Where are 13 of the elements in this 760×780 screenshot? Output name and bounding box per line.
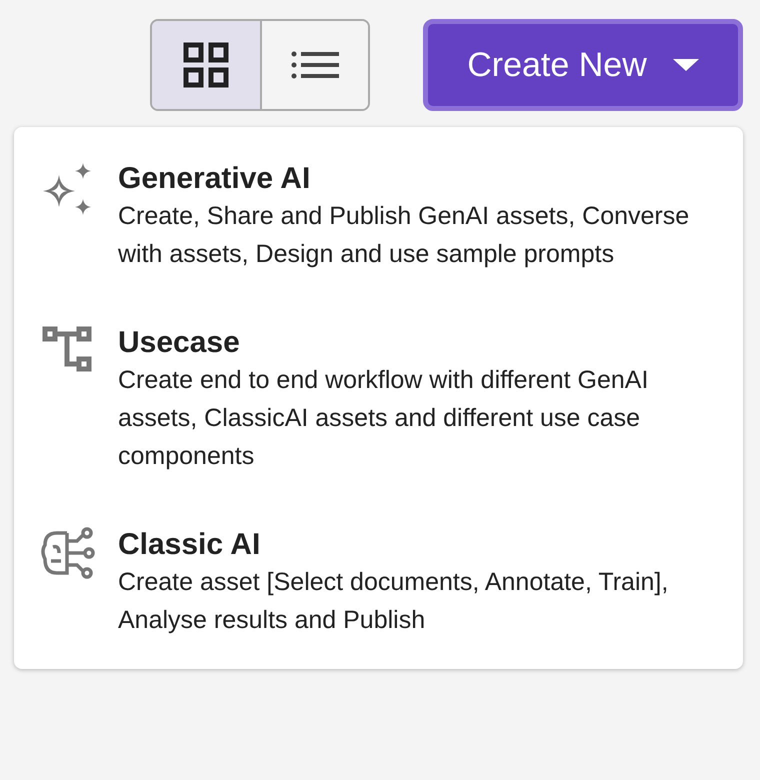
- flowchart-icon: [41, 325, 93, 373]
- list-view-button[interactable]: [260, 21, 368, 109]
- grid-icon: [182, 41, 230, 89]
- create-new-button[interactable]: Create New: [423, 19, 743, 111]
- menu-item-description: Create, Share and Publish GenAI assets, Converse with assets, Design and use sample prompts: [118, 201, 690, 270]
- menu-item-title[interactable]: Classic AI: [118, 527, 733, 563]
- menu-item-description: Create end to end workflow with different GenAI assets, ClassicAI assets and different use case components: [118, 365, 650, 472]
- menu-item-title[interactable]: Usecase: [118, 325, 733, 361]
- brain-circuit-icon: [39, 527, 95, 579]
- list-icon: [291, 50, 339, 80]
- menu-item-description: Create asset [Select documents, Annotate, Train], Analyse results and Publish: [118, 567, 670, 636]
- menu-item-title[interactable]: Generative AI: [118, 161, 733, 197]
- grid-view-button[interactable]: [152, 21, 260, 109]
